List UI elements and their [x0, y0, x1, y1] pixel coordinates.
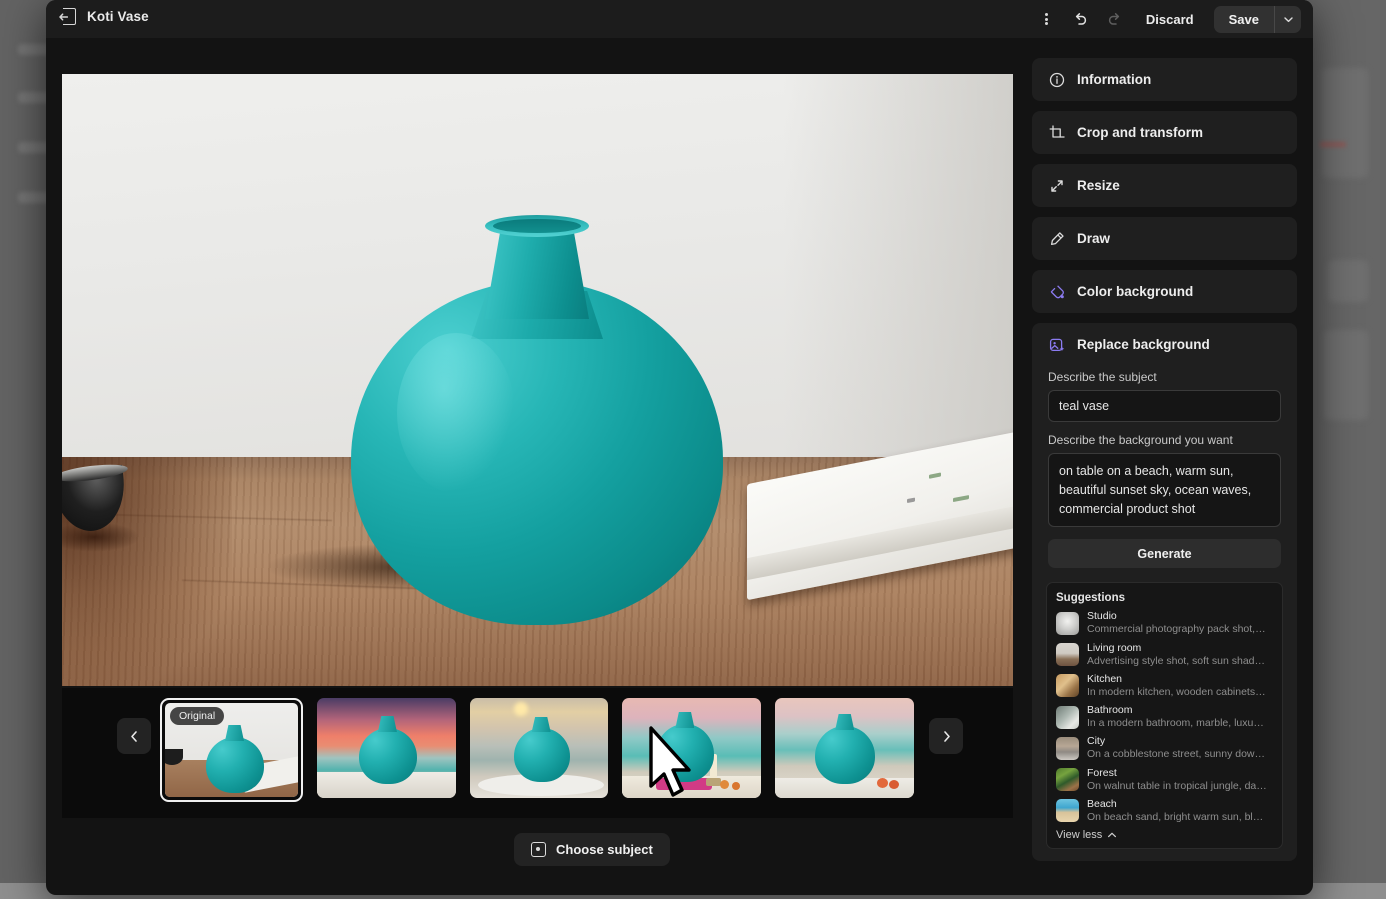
info-icon: [1048, 71, 1065, 88]
suggestion-item-kitchen[interactable]: Kitchen In modern kitchen, wooden cabine…: [1056, 673, 1273, 699]
suggestion-thumbnail: [1056, 643, 1079, 667]
choose-subject-label: Choose subject: [556, 842, 653, 857]
backdrop-card: [1324, 330, 1368, 420]
choose-subject-button[interactable]: Choose subject: [514, 833, 670, 866]
suggestion-desc: Advertising style shot, soft sun shad…: [1087, 654, 1266, 667]
suggestion-desc: In modern kitchen, wooden cabinets…: [1087, 685, 1266, 698]
suggestion-name: Beach: [1087, 797, 1117, 810]
replace-background-icon: [1048, 336, 1065, 353]
suggestion-thumbnail: [1056, 674, 1079, 698]
suggestion-item-studio[interactable]: Studio Commercial photography pack shot,…: [1056, 610, 1273, 636]
suggestion-item-living-room[interactable]: Living room Advertising style shot, soft…: [1056, 642, 1273, 668]
tool-label: Crop and transform: [1077, 125, 1204, 140]
suggestion-thumbnail: [1056, 611, 1079, 635]
vase-opening: [493, 219, 581, 233]
variation-thumbnail-2[interactable]: [469, 698, 609, 798]
image-canvas[interactable]: [62, 74, 1013, 686]
suggestion-desc: On beach sand, bright warm sun, bl…: [1087, 810, 1264, 823]
tool-information[interactable]: Information: [1032, 58, 1297, 101]
original-thumbnail[interactable]: Original: [160, 698, 303, 802]
chevron-up-icon: [1108, 832, 1117, 838]
undo-icon[interactable]: [1066, 5, 1096, 33]
suggestion-name: Forest: [1087, 766, 1117, 779]
subject-select-icon: [531, 842, 546, 857]
tool-crop-and-transform[interactable]: Crop and transform: [1032, 111, 1297, 154]
thumbnail-list: Original: [160, 698, 914, 808]
suggestion-item-bathroom[interactable]: Bathroom In a modern bathroom, marble, l…: [1056, 704, 1273, 730]
suggestion-desc: Commercial photography pack shot,…: [1087, 623, 1266, 636]
suggestion-desc: In a modern bathroom, marble, luxur…: [1087, 717, 1267, 730]
original-badge: Original: [170, 707, 225, 725]
redo-icon[interactable]: [1100, 5, 1130, 33]
background-textarea[interactable]: on table on a beach, warm sun, beautiful…: [1048, 453, 1281, 528]
variation-thumbnail-4[interactable]: [775, 698, 914, 798]
resize-icon: [1048, 177, 1065, 194]
subject-input[interactable]: teal vase: [1048, 390, 1281, 422]
suggestion-name: Bathroom: [1087, 704, 1133, 716]
titlebar: Koti Vase Discard Save: [46, 0, 1313, 38]
vase-highlight: [397, 333, 515, 493]
background-field-label: Describe the background you want: [1048, 433, 1233, 447]
backdrop-accent: [1320, 142, 1346, 147]
crop-icon: [1048, 124, 1065, 141]
tool-color-background[interactable]: Color background: [1032, 270, 1297, 313]
suggestion-item-beach[interactable]: Beach On beach sand, bright warm sun, bl…: [1056, 798, 1273, 824]
suggestion-thumbnail: [1056, 799, 1079, 823]
discard-button[interactable]: Discard: [1134, 6, 1206, 33]
suggestion-item-forest[interactable]: Forest On walnut table in tropical jungl…: [1056, 767, 1273, 793]
suggestion-name: City: [1087, 735, 1106, 748]
marker-icon: [1048, 230, 1065, 247]
variation-filmstrip: Original: [62, 688, 1013, 818]
color-background-icon: [1048, 283, 1065, 300]
tool-draw[interactable]: Draw: [1032, 217, 1297, 260]
document-title: Koti Vase: [87, 9, 149, 24]
chevron-left-icon[interactable]: [117, 718, 151, 754]
suggestion-name: Kitchen: [1087, 672, 1123, 685]
titlebar-left: Koti Vase: [59, 8, 149, 25]
tool-label: Replace background: [1077, 337, 1210, 352]
view-less-button[interactable]: View less: [1056, 829, 1273, 841]
suggestion-item-city[interactable]: City On a cobblestone street, sunny dow…: [1056, 735, 1273, 761]
save-button[interactable]: Save: [1214, 6, 1274, 33]
suggestion-name: Living room: [1087, 641, 1142, 654]
subject-field-label: Describe the subject: [1048, 370, 1157, 384]
tool-label: Resize: [1077, 178, 1120, 193]
mouse-cursor: [649, 726, 691, 797]
backdrop-card: [1322, 68, 1368, 178]
save-button-group: Save: [1213, 5, 1301, 33]
vase-neck: [485, 223, 589, 319]
kebab-menu-icon[interactable]: [1032, 5, 1062, 33]
suggestion-name: Studio: [1087, 610, 1117, 623]
titlebar-actions: Discard Save: [1032, 5, 1301, 33]
suggestion-thumbnail: [1056, 736, 1079, 760]
variation-thumbnail-1[interactable]: [316, 698, 456, 798]
view-less-label: View less: [1056, 829, 1103, 841]
tool-label: Draw: [1077, 231, 1111, 246]
replace-background-card: Replace background Describe the subject …: [1032, 323, 1297, 861]
chevron-right-icon[interactable]: [929, 718, 963, 754]
suggestions-title: Suggestions: [1056, 592, 1126, 605]
tool-resize[interactable]: Resize: [1032, 164, 1297, 207]
suggestion-desc: On walnut table in tropical jungle, da…: [1087, 779, 1267, 792]
suggestion-desc: On a cobblestone street, sunny dow…: [1087, 748, 1266, 761]
editor-tool-panel: Information Crop and transform Resize Dr…: [1032, 58, 1297, 861]
tool-label: Information: [1077, 72, 1152, 87]
generate-button[interactable]: Generate: [1048, 539, 1281, 569]
teal-vase: [351, 205, 723, 625]
backdrop-card: [1328, 260, 1368, 302]
tool-label: Color background: [1077, 284, 1194, 299]
suggestions-panel: Suggestions Studio Commercial photograph…: [1046, 582, 1283, 849]
suggestion-thumbnail: [1056, 705, 1079, 729]
exit-icon[interactable]: [59, 8, 76, 25]
suggestion-thumbnail: [1056, 768, 1079, 792]
product-photo: [62, 74, 1013, 686]
chevron-down-icon[interactable]: [1275, 6, 1301, 33]
tool-replace-background[interactable]: Replace background: [1032, 323, 1297, 366]
